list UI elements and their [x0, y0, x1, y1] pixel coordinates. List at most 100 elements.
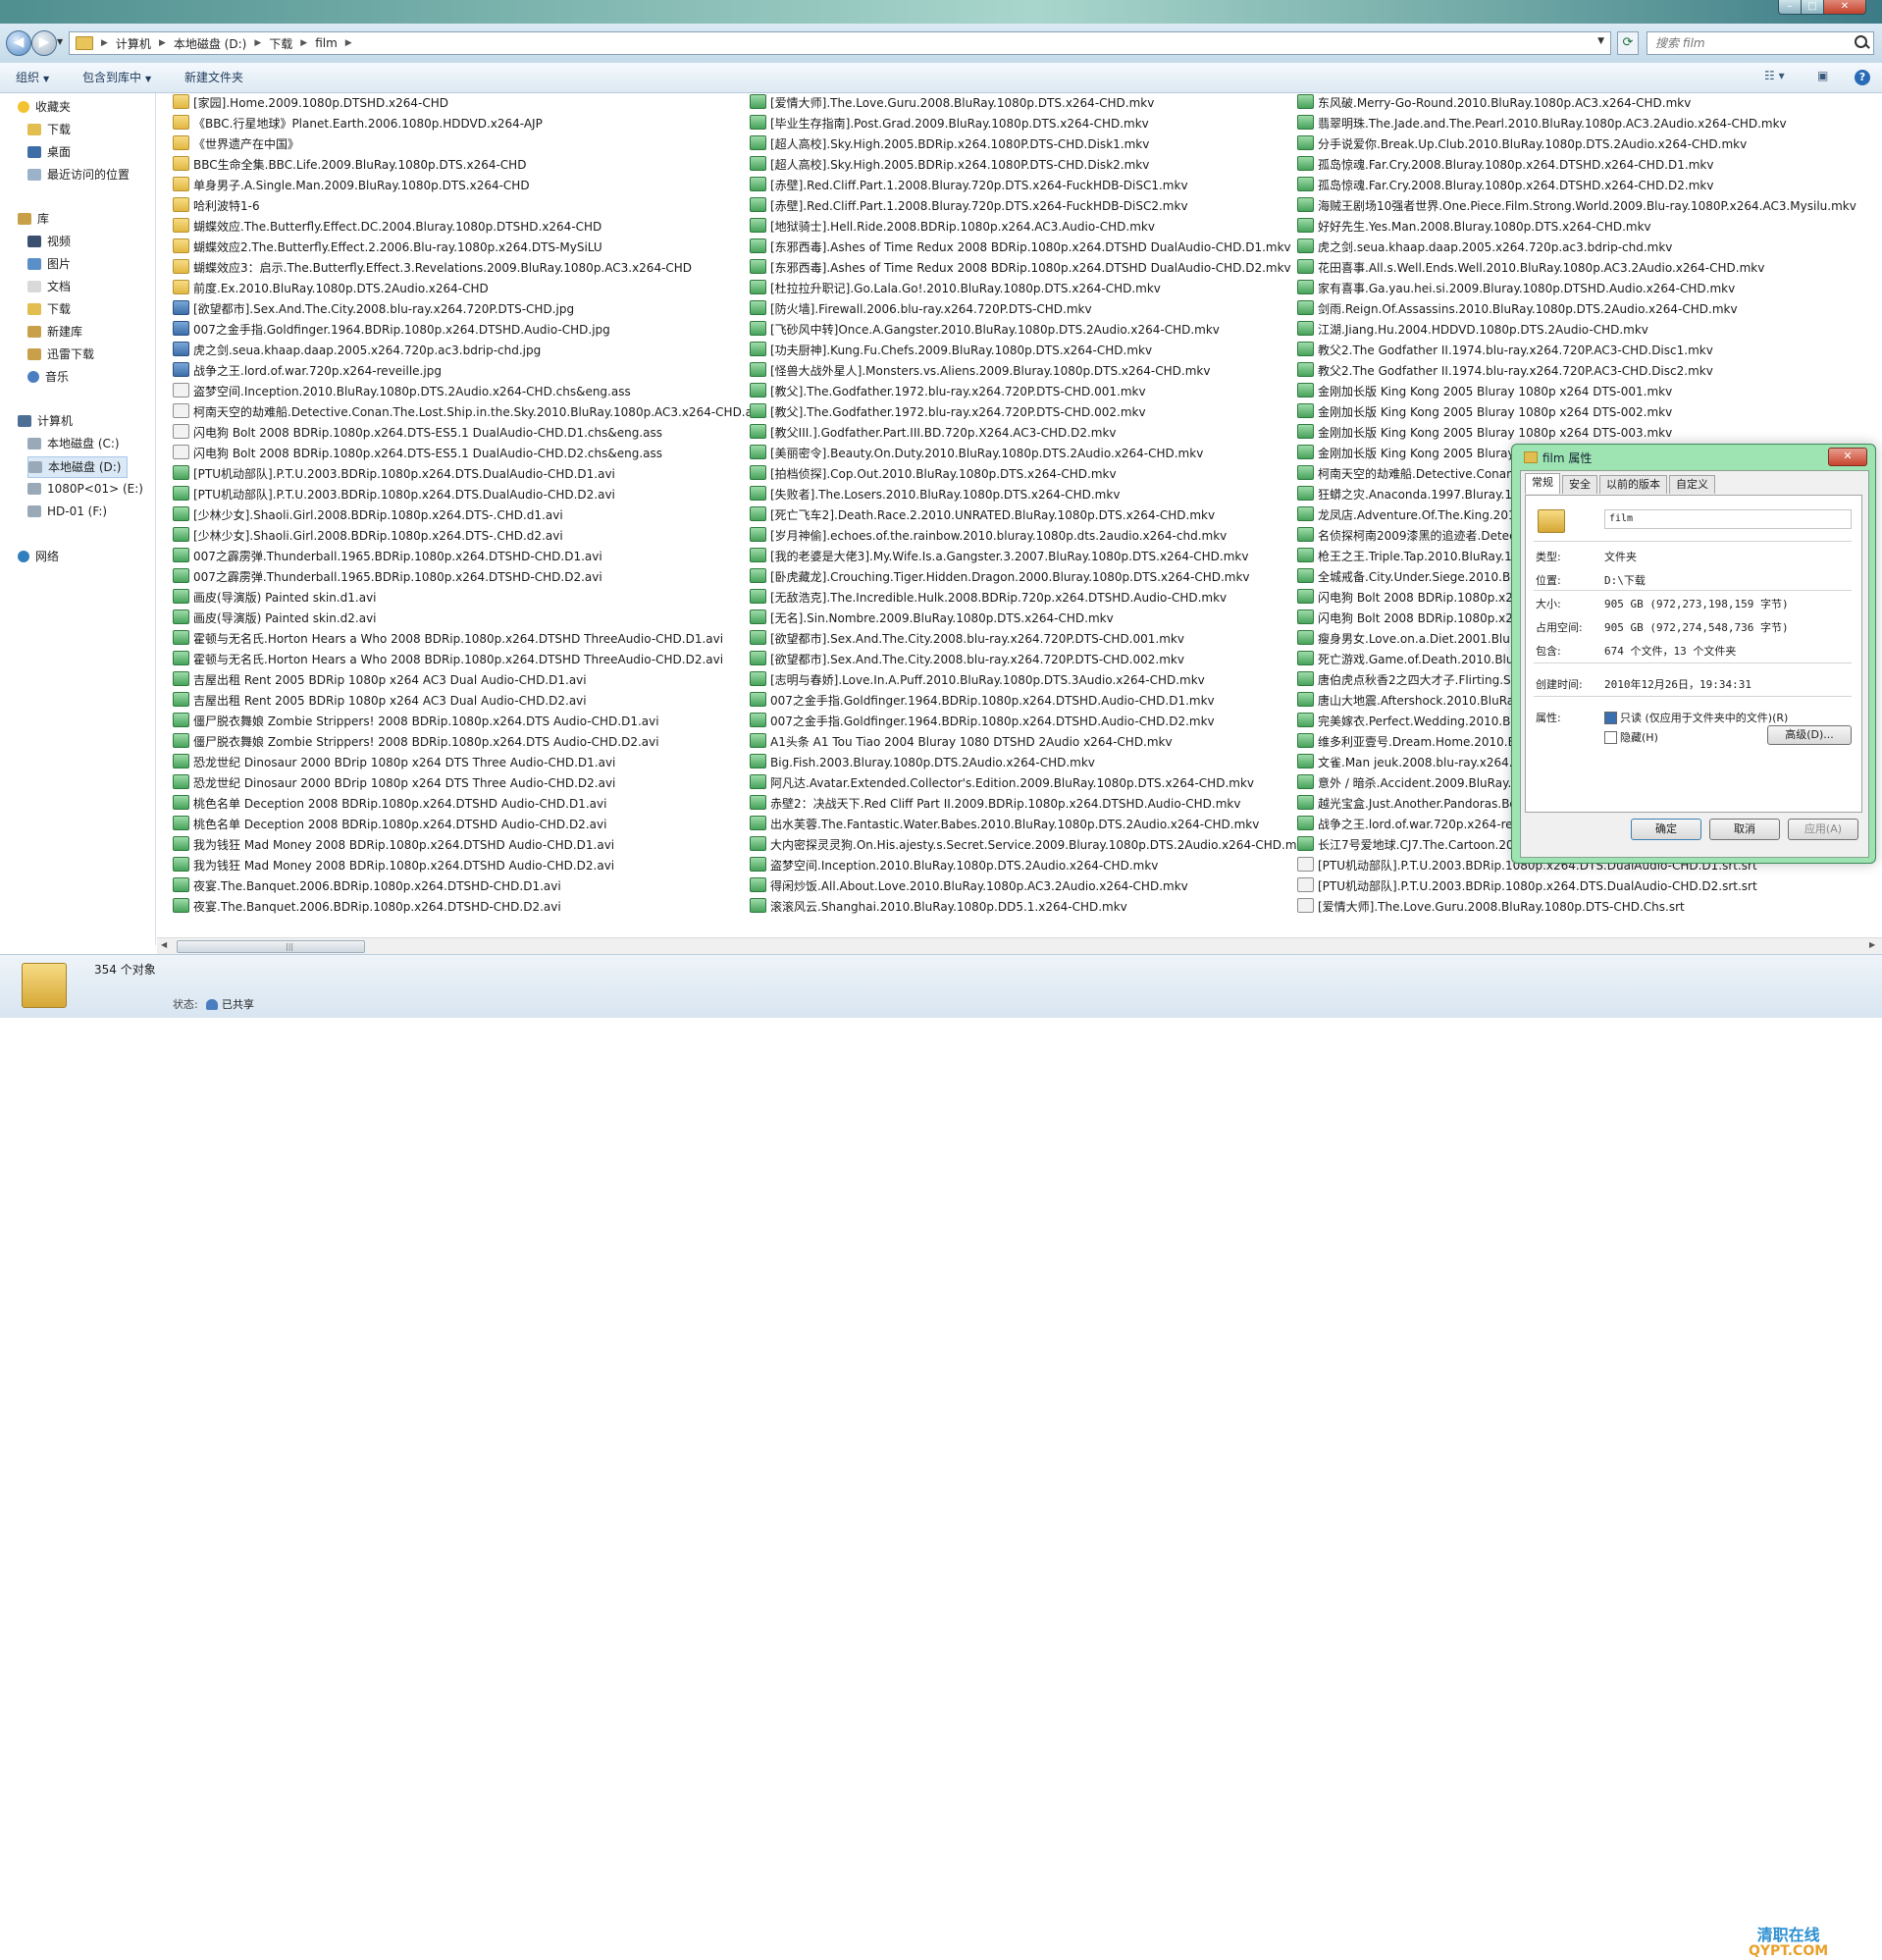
file-item[interactable]: [防火墙].Firewall.2006.blu-ray.x264.720P.DT… — [750, 299, 1280, 320]
organize-button[interactable]: 组织 ▼ — [16, 63, 49, 92]
file-item[interactable]: [欲望都市].Sex.And.The.City.2008.blu-ray.x26… — [750, 629, 1280, 650]
apply-button[interactable]: 应用(A) — [1788, 819, 1858, 840]
file-item[interactable]: 大内密探灵灵狗.On.His.ajesty.s.Secret.Service.2… — [750, 835, 1311, 856]
hidden-checkbox[interactable] — [1604, 731, 1617, 744]
file-item[interactable]: 盗梦空间.Inception.2010.BluRay.1080p.DTS.2Au… — [750, 856, 1280, 876]
file-item[interactable]: 霍顿与无名氏.Horton Hears a Who 2008 BDRip.108… — [173, 629, 732, 650]
file-item[interactable]: 海贼王剧场10强者世界.One.Piece.Film.Strong.World.… — [1297, 196, 1866, 217]
file-item[interactable]: 战争之王.lord.of.war.720p.x264-reveille.jpg — [173, 361, 732, 382]
file-item[interactable]: 吉屋出租 Rent 2005 BDRip 1080p x264 AC3 Dual… — [173, 670, 732, 691]
tab-general[interactable]: 常规 — [1525, 473, 1560, 494]
nav-drive-c[interactable]: 本地磁盘 (C:) — [27, 434, 120, 453]
file-item[interactable]: 吉屋出租 Rent 2005 BDRip 1080p x264 AC3 Dual… — [173, 691, 732, 712]
file-item[interactable]: 虎之剑.seua.khaap.daap.2005.x264.720p.ac3.b… — [1297, 238, 1866, 258]
nav-library-new[interactable]: 新建库 — [27, 322, 82, 342]
file-item[interactable]: [死亡飞车2].Death.Race.2.2010.UNRATED.BluRay… — [750, 505, 1280, 526]
file-item[interactable]: 画皮(导演版) Painted skin.d2.avi — [173, 609, 732, 629]
file-item[interactable]: 僵尸脱衣舞娘 Zombie Strippers! 2008 BDRip.1080… — [173, 732, 732, 753]
scroll-right-icon[interactable]: ▶ — [1869, 940, 1875, 949]
nav-libraries[interactable]: 库 — [18, 209, 49, 229]
file-item[interactable]: 好好先生.Yes.Man.2008.Bluray.1080p.DTS.x264-… — [1297, 217, 1866, 238]
file-item[interactable]: 单身男子.A.Single.Man.2009.BluRay.1080p.DTS.… — [173, 176, 732, 196]
file-item[interactable]: 闪电狗 Bolt 2008 BDRip.1080p.x264.DTS-ES5.1… — [173, 423, 732, 444]
help-button[interactable]: ? — [1855, 70, 1870, 85]
address-history-dropdown[interactable]: ▼ — [1597, 36, 1604, 46]
tab-previous-versions[interactable]: 以前的版本 — [1599, 475, 1667, 494]
file-item[interactable]: [失败者].The.Losers.2010.BluRay.1080p.DTS.x… — [750, 485, 1280, 505]
file-item[interactable]: 前度.Ex.2010.BluRay.1080p.DTS.2Audio.x264-… — [173, 279, 732, 299]
file-item[interactable]: 蝴蝶效应.The.Butterfly.Effect.DC.2004.Bluray… — [173, 217, 732, 238]
file-item[interactable]: 夜宴.The.Banquet.2006.BDRip.1080p.x264.DTS… — [173, 897, 732, 918]
search-box[interactable] — [1647, 31, 1874, 55]
file-item[interactable]: 恐龙世纪 Dinosaur 2000 BDrip 1080p x264 DTS … — [173, 753, 732, 773]
nav-favorites-recent[interactable]: 最近访问的位置 — [27, 165, 130, 185]
file-item[interactable]: [教父].The.Godfather.1972.blu-ray.x264.720… — [750, 382, 1280, 402]
tab-customize[interactable]: 自定义 — [1669, 475, 1715, 494]
file-item[interactable]: [飞砂风中转]Once.A.Gangster.2010.BluRay.1080p… — [750, 320, 1280, 341]
recent-pages-dropdown[interactable]: ▼ — [57, 37, 63, 46]
file-item[interactable]: [家园].Home.2009.1080p.DTSHD.x264-CHD — [173, 93, 732, 114]
file-item[interactable]: 霍顿与无名氏.Horton Hears a Who 2008 BDRip.108… — [173, 650, 732, 670]
close-button[interactable]: ✕ — [1823, 0, 1866, 15]
minimize-button[interactable]: – — [1778, 0, 1802, 15]
file-item[interactable]: [毕业生存指南].Post.Grad.2009.BluRay.1080p.DTS… — [750, 114, 1280, 134]
file-item[interactable]: 闪电狗 Bolt 2008 BDRip.1080p.x264.DTS-ES5.1… — [173, 444, 732, 464]
file-item[interactable]: [爱情大师].The.Love.Guru.2008.BluRay.1080p.D… — [750, 93, 1280, 114]
file-item[interactable]: [超人高校].Sky.High.2005.BDRip.x264.1080P.DT… — [750, 134, 1280, 155]
dialog-close-button[interactable]: ✕ — [1828, 448, 1867, 466]
nav-library-downloads[interactable]: 下载 — [27, 299, 71, 319]
chevron-right-icon[interactable]: ▶ — [159, 38, 166, 48]
ok-button[interactable]: 确定 — [1631, 819, 1701, 840]
breadcrumb-film[interactable]: film — [315, 36, 338, 50]
file-item[interactable]: [教父III.].Godfather.Part.III.BD.720p.X264… — [750, 423, 1280, 444]
nav-favorites-downloads[interactable]: 下载 — [27, 120, 71, 139]
file-item[interactable]: 虎之剑.seua.khaap.daap.2005.x264.720p.ac3.b… — [173, 341, 732, 361]
nav-library-thunder[interactable]: 迅雷下载 — [27, 344, 94, 364]
nav-library-videos[interactable]: 视频 — [27, 232, 71, 251]
file-item[interactable]: 我为钱狂 Mad Money 2008 BDRip.1080p.x264.DTS… — [173, 856, 732, 876]
file-item[interactable]: [PTU机动部队].P.T.U.2003.BDRip.1080p.x264.DT… — [1297, 876, 1866, 897]
file-item[interactable]: BBC生命全集.BBC.Life.2009.BluRay.1080p.DTS.x… — [173, 155, 732, 176]
file-item[interactable]: 007之霹雳弹.Thunderball.1965.BDRip.1080p.x26… — [173, 567, 732, 588]
file-item[interactable]: [PTU机动部队].P.T.U.2003.BDRip.1080p.x264.DT… — [173, 464, 732, 485]
file-item[interactable]: 哈利波特1-6 — [173, 196, 732, 217]
file-item[interactable]: [志明与春娇].Love.In.A.Puff.2010.BluRay.1080p… — [750, 670, 1280, 691]
preview-pane-button[interactable]: ▣ — [1817, 69, 1828, 86]
file-item[interactable]: 家有喜事.Ga.yau.hei.si.2009.Bluray.1080p.DTS… — [1297, 279, 1866, 299]
file-item[interactable]: 江湖.Jiang.Hu.2004.HDDVD.1080p.DTS.2Audio-… — [1297, 320, 1866, 341]
file-item[interactable]: 分手说爱你.Break.Up.Club.2010.BluRay.1080p.DT… — [1297, 134, 1866, 155]
file-item[interactable]: 金刚加长版 King Kong 2005 Bluray 1080p x264 D… — [1297, 382, 1866, 402]
horizontal-scrollbar[interactable]: ◀ ||| ▶ — [157, 937, 1882, 954]
file-item[interactable]: [杜拉拉升职记].Go.Lala.Go!.2010.BluRay.1080p.D… — [750, 279, 1280, 299]
file-item[interactable]: [少林少女].Shaoli.Girl.2008.BDRip.1080p.x264… — [173, 526, 732, 547]
nav-library-pictures[interactable]: 图片 — [27, 254, 71, 274]
file-item[interactable]: 东风破.Merry-Go-Round.2010.BluRay.1080p.AC3… — [1297, 93, 1866, 114]
maximize-button[interactable]: □ — [1801, 0, 1824, 15]
file-item[interactable]: 僵尸脱衣舞娘 Zombie Strippers! 2008 BDRip.1080… — [173, 712, 732, 732]
file-item[interactable]: 剑雨.Reign.Of.Assassins.2010.BluRay.1080p.… — [1297, 299, 1866, 320]
search-input[interactable] — [1653, 32, 1844, 54]
folder-name-field[interactable]: film — [1604, 509, 1852, 529]
file-item[interactable]: [无敌浩克].The.Incredible.Hulk.2008.BDRip.72… — [750, 588, 1280, 609]
file-item[interactable]: 蝴蝶效应2.The.Butterfly.Effect.2.2006.Blu-ra… — [173, 238, 732, 258]
file-item[interactable]: 桃色名单 Deception 2008 BDRip.1080p.x264.DTS… — [173, 815, 732, 835]
file-item[interactable]: [地狱骑士].Hell.Ride.2008.BDRip.1080p.x264.A… — [750, 217, 1280, 238]
file-item[interactable]: [东邪西毒].Ashes of Time Redux 2008 BDRip.10… — [750, 258, 1291, 279]
file-item[interactable]: 金刚加长版 King Kong 2005 Bluray 1080p x264 D… — [1297, 423, 1866, 444]
file-item[interactable]: [欲望都市].Sex.And.The.City.2008.blu-ray.x26… — [173, 299, 732, 320]
advanced-button[interactable]: 高级(D)... — [1767, 725, 1852, 745]
file-item[interactable]: 007之金手指.Goldfinger.1964.BDRip.1080p.x264… — [750, 712, 1280, 732]
file-item[interactable]: [拍档侦探].Cop.Out.2010.BluRay.1080p.DTS.x26… — [750, 464, 1280, 485]
file-item[interactable]: 柯南天空的劫难船.Detective.Conan.The.Lost.Ship.i… — [173, 402, 764, 423]
nav-drive-f[interactable]: HD-01 (F:) — [27, 502, 107, 521]
file-item[interactable]: [PTU机动部队].P.T.U.2003.BDRip.1080p.x264.DT… — [173, 485, 732, 505]
nav-network[interactable]: 网络 — [18, 547, 59, 566]
chevron-right-icon[interactable]: ▶ — [345, 38, 352, 48]
scroll-left-icon[interactable]: ◀ — [161, 940, 167, 949]
file-item[interactable]: [赤壁].Red.Cliff.Part.1.2008.Bluray.720p.D… — [750, 196, 1280, 217]
view-options-button[interactable]: ☷ ▾ — [1764, 69, 1785, 86]
file-item[interactable]: [东邪西毒].Ashes of Time Redux 2008 BDRip.10… — [750, 238, 1291, 258]
file-item[interactable]: [教父].The.Godfather.1972.blu-ray.x264.720… — [750, 402, 1280, 423]
file-item[interactable]: 007之霹雳弹.Thunderball.1965.BDRip.1080p.x26… — [173, 547, 732, 567]
file-item[interactable]: 教父2.The Godfather II.1974.blu-ray.x264.7… — [1297, 361, 1866, 382]
